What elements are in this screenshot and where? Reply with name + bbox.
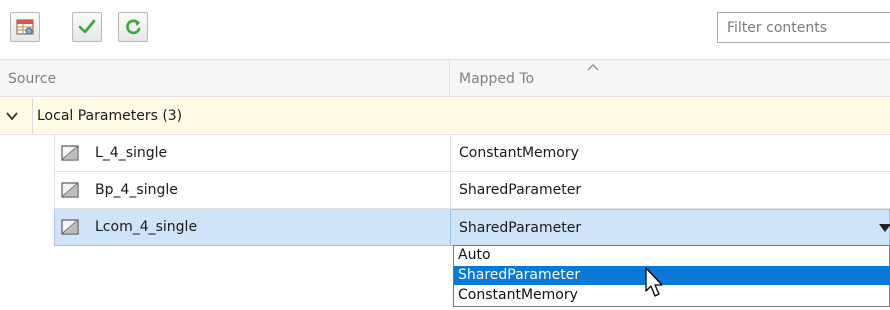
parameter-icon — [61, 219, 79, 235]
apply-button[interactable] — [72, 12, 102, 42]
parameter-icon — [61, 145, 79, 161]
source-cell[interactable]: Lcom_4_single — [54, 209, 450, 246]
option-constantmemory[interactable]: ConstantMemory — [454, 286, 890, 305]
mapped-to-cell[interactable]: SharedParameter — [450, 172, 890, 209]
mapped-value: ConstantMemory — [459, 145, 579, 161]
mapped-value: SharedParameter — [459, 220, 582, 236]
source-cell[interactable]: Bp_4_single — [54, 172, 450, 209]
parameter-name: Lcom_4_single — [95, 219, 198, 235]
column-divider[interactable] — [449, 60, 450, 96]
toolbar — [0, 0, 890, 58]
option-auto[interactable]: Auto — [454, 246, 890, 265]
table-row[interactable]: Bp_4_single SharedParameter — [0, 172, 890, 209]
mapped-to-select[interactable]: SharedParameter — [450, 209, 890, 246]
chevron-down-icon[interactable] — [5, 109, 19, 123]
table-row-selected[interactable]: Lcom_4_single SharedParameter — [0, 209, 890, 246]
mapped-to-dropdown-list: Auto SharedParameter ConstantMemory — [453, 245, 890, 307]
table-settings-button[interactable] — [10, 12, 40, 42]
refresh-button[interactable] — [118, 12, 148, 42]
sort-indicator-icon — [587, 64, 599, 71]
parameter-name: Bp_4_single — [95, 182, 178, 198]
parameter-name: L_4_single — [95, 145, 168, 161]
mapped-to-cell[interactable]: ConstantMemory — [450, 135, 890, 172]
group-label: Local Parameters (3) — [32, 98, 182, 134]
column-header: Source Mapped To — [0, 59, 890, 97]
source-cell[interactable]: L_4_single — [54, 135, 450, 172]
dropdown-arrow-icon[interactable] — [879, 224, 890, 232]
table-row[interactable]: L_4_single ConstantMemory — [0, 135, 890, 172]
table-settings-icon — [16, 19, 34, 35]
refresh-icon — [126, 19, 141, 35]
group-row-local-parameters[interactable]: Local Parameters (3) — [0, 98, 890, 135]
source-column-header[interactable]: Source — [8, 60, 56, 96]
option-sharedparameter[interactable]: SharedParameter — [454, 266, 890, 285]
filter-contents-input[interactable] — [717, 12, 890, 43]
mapped-value: SharedParameter — [459, 182, 582, 198]
parameter-icon — [61, 182, 79, 198]
mouse-cursor-icon — [645, 267, 663, 297]
mapped-to-column-header[interactable]: Mapped To — [459, 60, 534, 96]
checkmark-icon — [78, 19, 96, 34]
